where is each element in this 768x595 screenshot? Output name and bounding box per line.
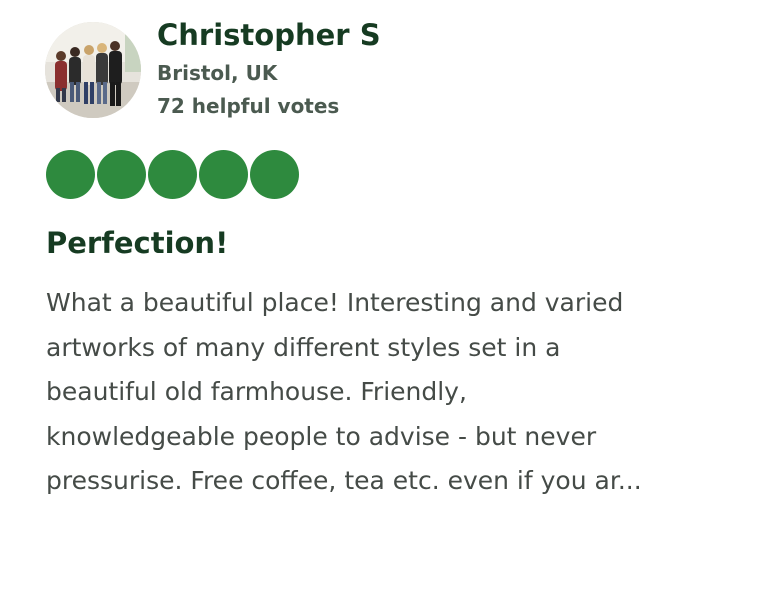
- helpful-votes-count: 72 helpful votes: [157, 94, 340, 118]
- author-location: Bristol, UK: [157, 61, 278, 85]
- rating-bubble-icon: [199, 150, 248, 199]
- rating-bubble-icon: [97, 150, 146, 199]
- group-photo-avatar-icon: [45, 22, 141, 118]
- author-avatar[interactable]: [45, 22, 141, 118]
- bubble-rating: [46, 150, 299, 200]
- rating-bubble-icon: [46, 150, 95, 199]
- review-body-line: beautiful old farmhouse. Friendly,: [46, 377, 467, 406]
- author-name[interactable]: Christopher S: [157, 18, 381, 52]
- rating-bubble-icon: [250, 150, 299, 199]
- rating-bubble-icon: [148, 150, 197, 199]
- review-body-line: artworks of many different styles set in…: [46, 332, 561, 362]
- review-body[interactable]: What a beautiful place! Interesting and …: [46, 281, 736, 504]
- review-title[interactable]: Perfection!: [46, 226, 228, 260]
- review-body-line: What a beautiful place! Interesting and …: [46, 288, 624, 317]
- review-card: Christopher S Bristol, UK 72 helpful vot…: [0, 0, 768, 595]
- review-body-line: pressurise. Free coffee, tea etc. even i…: [46, 466, 642, 495]
- review-body-line: knowledgeable people to advise - but nev…: [46, 421, 597, 451]
